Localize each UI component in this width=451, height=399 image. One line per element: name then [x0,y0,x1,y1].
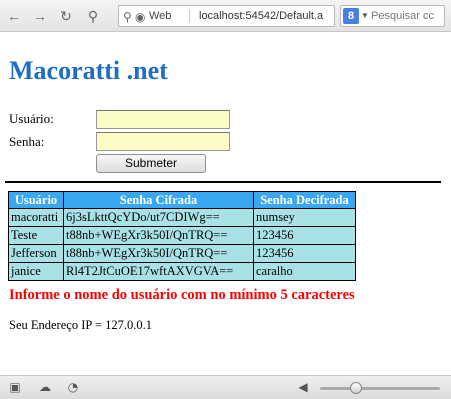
password-field[interactable] [96,132,230,151]
zoom-slider[interactable] [320,387,440,390]
search-engine-icon[interactable]: 8 [343,8,359,24]
forward-icon[interactable]: → [31,7,49,25]
table-row: Teste t88nb+WEgXr3k50I/QnTRQ== 123456 [8,226,356,245]
globe-icon: ◉ [135,10,146,24]
url-text[interactable]: localhost:54542/Default.a [199,6,323,26]
security-label: Web [149,10,172,22]
location-pin-icon[interactable]: ⚲ [123,7,132,26]
table-cell: t88nb+WEgXr3k50I/QnTRQ== [63,244,254,263]
password-label: Senha: [9,134,45,149]
username-label: Usuário: [9,111,54,126]
table-cell: macoratti [8,208,64,227]
table-header-row: Usuário Senha Cifrada Senha Decifrada [8,191,356,209]
ip-address-text: Seu Endereço IP = 127.0.0.1 [9,318,153,332]
table-cell: Rl4T2JtCuOE17wftAXVGVA== [63,262,254,281]
console-icon[interactable]: ▣ [8,380,22,394]
header-senha-cifrada: Senha Cifrada [63,191,254,209]
speedometer-icon[interactable]: ◔ [66,380,80,394]
table-row: janice Rl4T2JtCuOE17wftAXVGVA== caralho [8,262,356,281]
table-cell: caralho [253,262,356,281]
table-row: Jefferson t88nb+WEgXr3k50I/QnTRQ== 12345… [8,244,356,263]
table-cell: t88nb+WEgXr3k50I/QnTRQ== [63,226,254,245]
page-title: Macoratti .net [9,56,168,85]
table-cell: 6j3sLkttQcYDo/ut7CDIWg== [63,208,254,227]
validation-message: Informe o nome do usuário com no mínimo … [9,287,355,303]
table-cell: numsey [253,208,356,227]
table-row: macoratti 6j3sLkttQcYDo/ut7CDIWg== numse… [8,208,356,227]
table-cell: 123456 [253,226,356,245]
zoom-out-icon[interactable]: ◀ [296,380,310,394]
address-bar[interactable]: ⚲ ◉ Web localhost:54542/Default.a [118,5,335,27]
table-cell: Teste [8,226,64,245]
browser-toolbar: ← → ↻ ⚲ ⚲ ◉ Web localhost:54542/Default.… [0,0,451,32]
header-usuario: Usuário [8,191,64,209]
header-senha-decifrada: Senha Decifrada [253,191,356,209]
zoom-slider-thumb[interactable] [350,382,362,394]
search-placeholder[interactable]: Pesquisar cc [371,6,434,26]
submit-button[interactable]: Submeter [96,154,206,173]
search-box[interactable]: 8 ▼ Pesquisar cc [340,5,445,27]
key-icon[interactable]: ⚲ [84,7,102,25]
chevron-down-icon[interactable]: ▼ [361,6,369,26]
table-cell: Jefferson [8,244,64,263]
table-cell: janice [8,262,64,281]
username-field[interactable] [96,110,230,129]
back-icon[interactable]: ← [5,7,23,25]
table-cell: 123456 [253,244,356,263]
reload-icon[interactable]: ↻ [57,7,75,25]
users-table: Usuário Senha Cifrada Senha Decifrada ma… [8,191,356,281]
address-separator [189,9,190,23]
status-bar: ▣ ☁ ◔ ◀ [0,375,451,399]
divider [5,181,441,183]
cloud-icon[interactable]: ☁ [38,380,52,394]
